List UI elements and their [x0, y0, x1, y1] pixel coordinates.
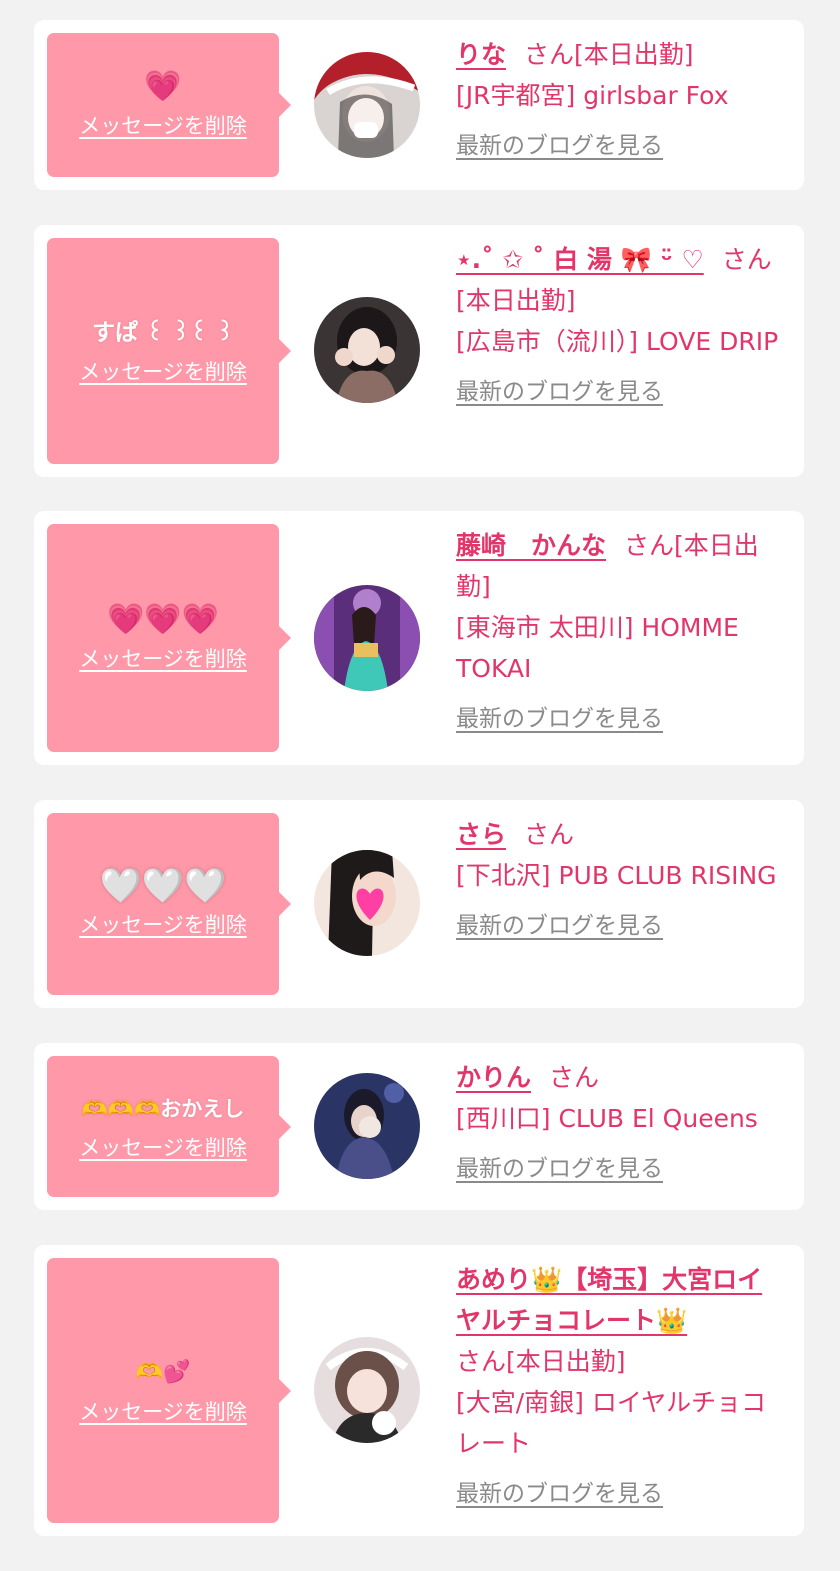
shop-label: [大宮/南銀] ロイヤルチョコレート	[456, 1388, 767, 1458]
latest-blog-link[interactable]: 最新のブログを見る	[456, 1474, 663, 1515]
latest-blog-link[interactable]: 最新のブログを見る	[456, 1149, 663, 1190]
shop-label: [東海市 太田川] HOMME TOKAI	[456, 613, 739, 683]
list-item: 🫶💕 メッセージを削除 あめり👑【埼玉】大宮ロイヤルチョコレート👑 さん[本日出…	[34, 1245, 804, 1536]
latest-blog-link[interactable]: 最新のブログを見る	[456, 906, 663, 947]
message-text: 🤍🤍🤍	[99, 866, 227, 906]
delete-message-link[interactable]: メッセージを削除	[79, 356, 247, 386]
message-bubble: 🤍🤍🤍 メッセージを削除	[47, 813, 291, 995]
message-text: 💗	[144, 69, 182, 104]
entry-info: かりん さん [西川口] CLUB El Queens 最新のブログを見る	[456, 1057, 786, 1190]
delete-message-link[interactable]: メッセージを削除	[79, 1132, 247, 1162]
shop-label: [広島市（流川）] LOVE DRIP	[456, 327, 779, 356]
cast-suffix: さん[本日出勤]	[524, 40, 694, 69]
message-text: 💗💗💗	[106, 602, 220, 637]
cast-name-link[interactable]: ⋆.˚ ✩ ˚ 白 湯 🎀 ᵕ̈ ♡	[456, 245, 704, 274]
avatar[interactable]	[314, 1337, 420, 1443]
shop-label: [JR宇都宮] girlsbar Fox	[456, 81, 729, 110]
avatar[interactable]	[314, 297, 420, 403]
entry-info: 藤崎 かんな さん[本日出勤] [東海市 太田川] HOMME TOKAI 最新の…	[456, 525, 786, 740]
cast-suffix: さん[本日出勤]	[456, 1347, 626, 1376]
avatar[interactable]	[314, 52, 420, 158]
cast-name-link[interactable]: あめり👑【埼玉】大宮ロイヤルチョコレート👑	[456, 1265, 762, 1335]
latest-blog-link[interactable]: 最新のブログを見る	[456, 126, 663, 167]
message-text: すぱ ꒰ ꒱꒰ ꒱	[92, 320, 234, 346]
message-bubble: 💗 メッセージを削除	[47, 33, 291, 177]
message-text: 🫶💕	[135, 1359, 191, 1385]
delete-message-link[interactable]: メッセージを削除	[79, 643, 247, 673]
message-list: 💗 メッセージを削除 りな さん[本日出勤] [JR宇都宮] girlsbar F…	[0, 0, 840, 1571]
entry-info: りな さん[本日出勤] [JR宇都宮] girlsbar Fox 最新のブログを見…	[456, 34, 786, 167]
delete-message-link[interactable]: メッセージを削除	[79, 909, 247, 939]
message-bubble: 🫶🫶🫶おかえし メッセージを削除	[47, 1056, 291, 1197]
entry-info: ⋆.˚ ✩ ˚ 白 湯 🎀 ᵕ̈ ♡ さん[本日出勤] [広島市（流川）] LOV…	[456, 239, 786, 413]
shop-label: [西川口] CLUB El Queens	[456, 1104, 758, 1133]
list-item: 💗💗💗 メッセージを削除 藤崎 かんな さん[本日出勤] [東海市 太田川] HO…	[34, 511, 804, 765]
delete-message-link[interactable]: メッセージを削除	[79, 110, 247, 140]
cast-name-link[interactable]: さら	[456, 820, 506, 849]
entry-info: あめり👑【埼玉】大宮ロイヤルチョコレート👑 さん[本日出勤] [大宮/南銀] ロ…	[456, 1259, 786, 1515]
message-bubble: すぱ ꒰ ꒱꒰ ꒱ メッセージを削除	[47, 238, 291, 464]
shop-label: [下北沢] PUB CLUB RISING	[456, 861, 777, 890]
message-bubble: 🫶💕 メッセージを削除	[47, 1258, 291, 1523]
entry-info: さら さん [下北沢] PUB CLUB RISING 最新のブログを見る	[456, 814, 786, 947]
cast-suffix: さん	[524, 820, 575, 849]
avatar[interactable]	[314, 1073, 420, 1179]
latest-blog-link[interactable]: 最新のブログを見る	[456, 699, 663, 740]
cast-name-link[interactable]: かりん	[456, 1063, 531, 1092]
avatar[interactable]	[314, 850, 420, 956]
cast-name-link[interactable]: 藤崎 かんな	[456, 531, 606, 560]
latest-blog-link[interactable]: 最新のブログを見る	[456, 372, 663, 413]
list-item: 🫶🫶🫶おかえし メッセージを削除 かりん さん [西川口] CLUB El Que…	[34, 1043, 804, 1210]
avatar[interactable]	[314, 585, 420, 691]
cast-suffix: さん	[549, 1063, 600, 1092]
delete-message-link[interactable]: メッセージを削除	[79, 1396, 247, 1426]
message-bubble: 💗💗💗 メッセージを削除	[47, 524, 291, 752]
list-item: 💗 メッセージを削除 りな さん[本日出勤] [JR宇都宮] girlsbar F…	[34, 20, 804, 190]
message-text: 🫶🫶🫶おかえし	[81, 1096, 245, 1121]
list-item: すぱ ꒰ ꒱꒰ ꒱ メッセージを削除 ⋆.˚ ✩ ˚ 白 湯 🎀 ᵕ̈ ♡ さん[…	[34, 225, 804, 477]
list-item: 🤍🤍🤍 メッセージを削除 さら さん [下北沢] PUB CLUB RISING …	[34, 800, 804, 1008]
cast-name-link[interactable]: りな	[456, 40, 506, 69]
